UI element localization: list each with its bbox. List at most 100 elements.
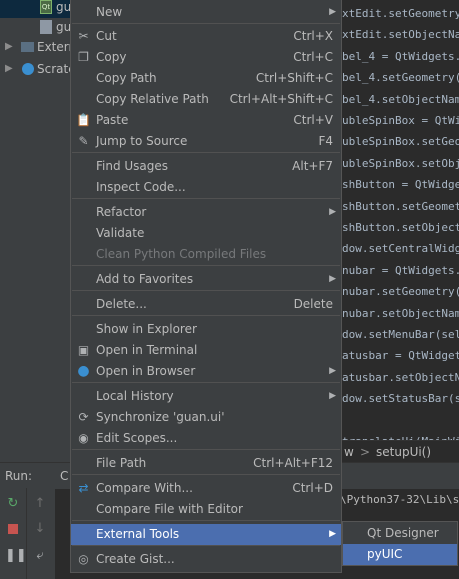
menu-item-refactor[interactable]: Refactor ▶	[71, 202, 341, 223]
menu-item-copy-relative-path[interactable]: Copy Relative Path Ctrl+Alt+Shift+C	[71, 89, 341, 110]
jump-to-source-icon: ✎	[78, 134, 89, 148]
submenu-arrow-icon: ▶	[329, 207, 336, 217]
menu-item-delete[interactable]: Delete... Delete	[71, 294, 341, 315]
code-line: dow.setMenuBar(self	[342, 328, 459, 341]
menu-item-label: Add to Favorites	[96, 272, 194, 286]
code-line: ubleSpinBox.setGeom	[342, 135, 459, 149]
submenu-item-pyuic[interactable]: pyUIC	[343, 544, 457, 565]
submenu-arrow-icon: ▶	[329, 366, 336, 376]
menu-item-open-in-browser[interactable]: ● Open in Browser ▶	[71, 361, 341, 382]
menu-item-add-to-favorites[interactable]: Add to Favorites ▶	[71, 269, 341, 290]
run-tab[interactable]: C	[60, 463, 68, 489]
stop-icon[interactable]	[5, 523, 21, 539]
menu-item-cut[interactable]: ✂ Cut Ctrl+X	[71, 26, 341, 47]
menu-separator	[72, 290, 340, 291]
menu-item-label: Find Usages	[96, 159, 169, 173]
menu-item-compare-file-with-editor[interactable]: Compare File with Editor	[71, 499, 341, 520]
code-line: nubar.setObjectName	[342, 306, 459, 320]
menu-item-label: Synchronize 'guan.ui'	[96, 410, 225, 424]
menu-item-label: New	[96, 5, 123, 19]
menu-item-label: Inspect Code...	[96, 180, 186, 194]
menu-item-label: Create Gist...	[96, 552, 175, 566]
menu-item-external-tools[interactable]: External Tools ▶	[71, 524, 341, 545]
external-tools-submenu: Qt Designer pyUIC	[342, 521, 458, 566]
globe-icon: ●	[77, 363, 90, 379]
menu-item-open-in-terminal[interactable]: ▣ Open in Terminal	[71, 340, 341, 361]
menu-item-shortcut: Ctrl+Alt+Shift+C	[229, 92, 333, 106]
github-icon: ◎	[78, 552, 89, 566]
menu-item-label: Jump to Source	[96, 134, 188, 148]
ui-file-icon	[40, 20, 52, 34]
breadcrumb-separator: >	[360, 445, 371, 459]
menu-separator	[72, 474, 340, 475]
menu-item-label: Compare With...	[96, 481, 193, 495]
menu-item-validate[interactable]: Validate	[71, 223, 341, 244]
menu-item-local-history[interactable]: Local History ▶	[71, 386, 341, 407]
menu-item-inspect-code[interactable]: Inspect Code...	[71, 177, 341, 198]
menu-item-create-gist[interactable]: ◎ Create Gist...	[71, 549, 341, 570]
menu-item-label: Copy Relative Path	[96, 92, 209, 106]
code-line: shButton.setObjectN	[342, 221, 459, 234]
menu-item-label: Refactor	[96, 205, 147, 219]
paste-icon: 📋	[76, 113, 91, 127]
menu-item-jump-to-source[interactable]: ✎ Jump to Source F4	[71, 131, 341, 152]
menu-item-label: Open in Browser	[96, 364, 196, 378]
menu-item-shortcut: Ctrl+V	[293, 113, 333, 127]
menu-item-find-usages[interactable]: Find Usages Alt+F7	[71, 156, 341, 177]
menu-separator	[72, 382, 340, 383]
menu-item-label: Validate	[96, 226, 145, 240]
submenu-arrow-icon: ▶	[329, 274, 336, 284]
menu-item-clean-python-compiled-files[interactable]: Clean Python Compiled Files	[71, 244, 341, 265]
code-line: xtEdit.setObjectNam	[342, 28, 459, 42]
menu-separator	[72, 265, 340, 266]
menu-item-shortcut: Ctrl+X	[293, 29, 333, 43]
breadcrumb-class[interactable]: w	[344, 441, 354, 463]
tree-item-scratches[interactable]: ▶ Scratc	[0, 58, 75, 80]
menu-item-copy[interactable]: ❐ Copy Ctrl+C	[71, 47, 341, 68]
expand-arrow-icon[interactable]: ▶	[5, 36, 13, 58]
menu-item-file-path[interactable]: File Path Ctrl+Alt+F12	[71, 453, 341, 474]
menu-item-compare-with[interactable]: ⇄ Compare With... Ctrl+D	[71, 478, 341, 499]
menu-item-label: Copy	[96, 50, 127, 64]
up-arrow-icon[interactable]: ↑	[32, 496, 48, 512]
breadcrumb-method[interactable]: setupUi()	[376, 441, 431, 463]
run-toolbar-secondary: ↑ ↓ ⤶	[26, 488, 55, 579]
submenu-item-qt-designer[interactable]: Qt Designer	[343, 523, 457, 544]
down-arrow-icon[interactable]: ↓	[32, 521, 48, 537]
code-line: nubar = QtWidgets.Q	[342, 263, 459, 277]
menu-separator	[72, 315, 340, 316]
pause-icon[interactable]: ❚❚	[5, 548, 27, 564]
menu-separator	[72, 545, 340, 546]
menu-item-paste[interactable]: 📋 Paste Ctrl+V	[71, 110, 341, 131]
code-line: bel_4.setGeometry(Qt	[342, 71, 459, 85]
qt-file-icon: Qt	[40, 0, 52, 14]
menu-separator	[72, 152, 340, 153]
menu-item-show-in-explorer[interactable]: Show in Explorer	[71, 319, 341, 340]
menu-item-label: Show in Explorer	[96, 322, 197, 336]
menu-item-shortcut: Ctrl+Shift+C	[255, 71, 333, 85]
menu-item-label: Open in Terminal	[96, 343, 198, 357]
menu-item-new[interactable]: New ▶	[71, 2, 341, 23]
menu-item-shortcut: Alt+F7	[292, 159, 333, 173]
submenu-arrow-icon: ▶	[329, 7, 336, 17]
expand-arrow-icon[interactable]: ▶	[5, 58, 13, 80]
project-panel: Qt gu gu ▶ Extern ▶ Scratc	[0, 0, 76, 462]
rerun-icon[interactable]: ↻	[5, 496, 21, 512]
code-line: dow.setStatusBar(se	[342, 392, 459, 406]
tree-item-guan-ui[interactable]: gu	[0, 16, 74, 38]
run-output-line: \Python37-32\Lib\si	[340, 493, 459, 506]
menu-item-copy-path[interactable]: Copy Path Ctrl+Shift+C	[71, 68, 341, 89]
menu-item-label: Delete...	[96, 297, 147, 311]
menu-item-label: Edit Scopes...	[96, 431, 178, 445]
menu-item-edit-scopes[interactable]: ◉ Edit Scopes...	[71, 428, 341, 449]
library-icon	[21, 42, 34, 52]
menu-item-label: Copy Path	[96, 71, 157, 85]
menu-item-label: Cut	[96, 29, 117, 43]
menu-item-synchronize-guan-ui[interactable]: ⟳ Synchronize 'guan.ui'	[71, 407, 341, 428]
menu-separator	[72, 23, 340, 24]
menu-item-shortcut: Ctrl+C	[293, 50, 333, 64]
tree-item-external-libraries[interactable]: ▶ Extern	[0, 36, 76, 58]
menu-item-label: Local History	[96, 389, 174, 403]
soft-wrap-icon[interactable]: ⤶	[32, 548, 48, 564]
run-panel-title: Run:	[5, 469, 33, 483]
